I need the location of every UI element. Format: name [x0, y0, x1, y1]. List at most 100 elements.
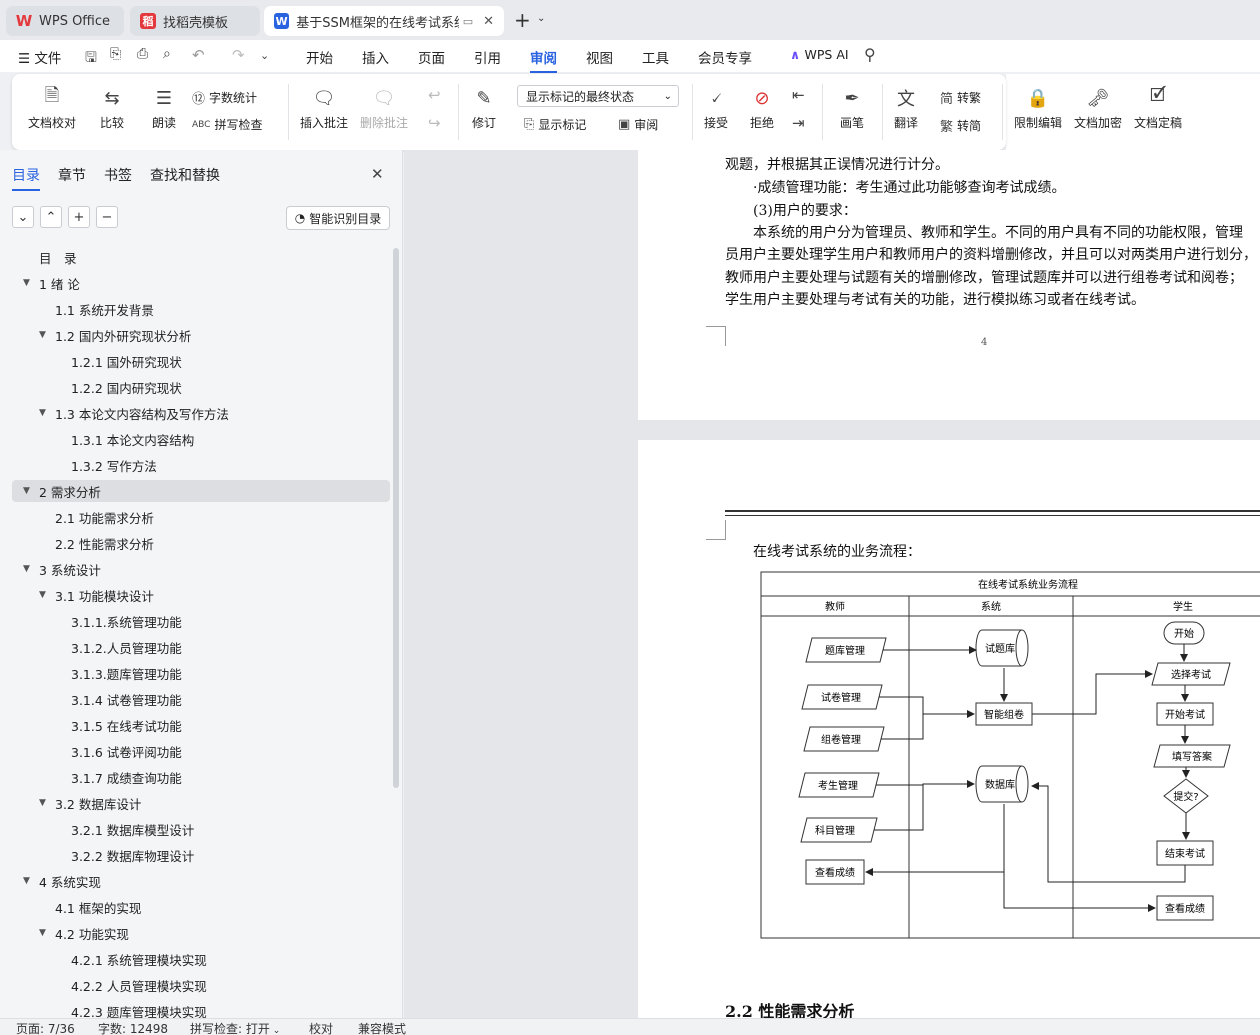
expand-arrow-icon[interactable]: ▼ [23, 486, 30, 496]
toc-item[interactable]: 4.2.2 人员管理模块实现 [12, 974, 390, 996]
close-tab-icon[interactable]: ✕ [483, 14, 494, 29]
read-aloud-button[interactable]: ☰ 朗读 [150, 84, 178, 131]
toc-item[interactable]: 3.1.6 试卷评阅功能 [12, 740, 390, 762]
word-count-button[interactable]: ⑫ 字数统计 [192, 88, 257, 107]
new-tab-icon[interactable]: + [514, 8, 531, 32]
tab-wps-office[interactable]: W WPS Office [6, 6, 124, 36]
compare-button[interactable]: ⇆ 比较 [98, 84, 126, 131]
menu-view[interactable]: 视图 [586, 47, 613, 67]
proofread-status[interactable]: 校对 [309, 1020, 333, 1035]
save-icon[interactable]: 🖫 [85, 47, 97, 71]
toc-item[interactable]: 4.1 框架的实现 [12, 896, 390, 918]
toc-item[interactable]: ▼ 3.2 数据库设计 [12, 792, 390, 814]
tab-find-replace[interactable]: 查找和替换 [150, 165, 220, 185]
expand-arrow-icon[interactable]: ▼ [39, 408, 46, 418]
spell-check-status[interactable]: 拼写检查: 打开 ⌄ [190, 1020, 280, 1035]
prev-change-icon[interactable]: ⇤ [792, 86, 805, 104]
tab-list-chevron-icon[interactable]: ⌄ [537, 13, 545, 24]
menu-member[interactable]: 会员专享 [698, 47, 752, 67]
expand-arrow-icon[interactable]: ▼ [39, 798, 46, 808]
redo-icon[interactable]: ↷ [232, 46, 245, 64]
print-icon[interactable]: ⎙ [137, 46, 148, 62]
delete-comment-button[interactable]: 🗨 删除批注 [360, 84, 408, 131]
spell-check-button[interactable]: ABC 拼写检查 [192, 116, 262, 133]
menu-page[interactable]: 页面 [418, 47, 445, 67]
expand-arrow-icon[interactable]: ▼ [23, 876, 30, 886]
screen-icon[interactable]: ▭ [463, 15, 473, 28]
toc-item[interactable]: 目 录 [12, 246, 390, 268]
tab-chapters[interactable]: 章节 [58, 165, 86, 185]
expand-arrow-icon[interactable]: ▼ [23, 564, 30, 574]
toc-item[interactable]: ▼ 4.2 功能实现 [12, 922, 390, 944]
toc-item[interactable]: 1.1 系统开发背景 [12, 298, 390, 320]
expand-arrow-icon[interactable]: ▼ [39, 590, 46, 600]
toc-item[interactable]: ▼ 2 需求分析 [12, 480, 390, 502]
show-markup-button[interactable]: ⎘ 显示标记 [524, 116, 586, 133]
menu-review[interactable]: 审阅 [530, 47, 557, 73]
close-pane-icon[interactable]: ✕ [371, 165, 384, 183]
finalize-button[interactable]: 🗹 文档定稿 [1134, 84, 1182, 131]
print-preview-icon[interactable]: ⌕ [163, 46, 171, 62]
translate-button[interactable]: 文 翻译 [892, 84, 920, 131]
toc-item[interactable]: 3.1.7 成绩查询功能 [12, 766, 390, 788]
markup-state-select[interactable]: 显示标记的最终状态 ⌄ [517, 85, 679, 107]
track-changes-button[interactable]: ✎ 修订 [470, 84, 498, 131]
page-indicator[interactable]: 页面: 7/36 [16, 1020, 75, 1035]
file-menu[interactable]: ☰ 文件 [18, 47, 61, 67]
menu-home[interactable]: 开始 [306, 47, 333, 67]
export-icon[interactable]: ⎘ [110, 46, 121, 62]
toc-item[interactable]: ▼ 4 系统实现 [12, 870, 390, 892]
review-pane-button[interactable]: ▣ 审阅 [618, 116, 658, 133]
toc-item[interactable]: 1.3.1 本论文内容结构 [12, 428, 390, 450]
reject-button[interactable]: ⊘ 拒绝 [748, 84, 776, 131]
tab-toc[interactable]: 目录 [12, 165, 40, 191]
toc-item[interactable]: 4.2.1 系统管理模块实现 [12, 948, 390, 970]
toc-item[interactable]: ▼ 3.1 功能模块设计 [12, 584, 390, 606]
toc-item[interactable]: 3.1.1.系统管理功能 [12, 610, 390, 632]
expand-arrow-icon[interactable]: ▼ [39, 928, 46, 938]
undo-icon[interactable]: ↶ [192, 46, 205, 64]
to-simplified-button[interactable]: 繁 转简 [940, 116, 981, 135]
prev-comment-icon[interactable]: ↩ [428, 86, 441, 104]
toc-item[interactable]: ▼ 1.2 国内外研究现状分析 [12, 324, 390, 346]
sidebar-scrollbar[interactable] [393, 248, 399, 788]
pen-button[interactable]: ✒ 画笔 [838, 84, 866, 131]
expand-up-icon[interactable]: ⌃ [40, 206, 62, 228]
expand-arrow-icon[interactable]: ▼ [39, 330, 46, 340]
insert-comment-button[interactable]: 🗨 插入批注 [300, 84, 348, 131]
toc-item[interactable]: ▼ 3 系统设计 [12, 558, 390, 580]
toc-item[interactable]: 1.2.2 国内研究现状 [12, 376, 390, 398]
menu-insert[interactable]: 插入 [362, 47, 389, 67]
doc-check-button[interactable]: 🗎 文档校对 [28, 84, 76, 131]
next-comment-icon[interactable]: ↪ [428, 114, 441, 132]
toc-item[interactable]: 3.2.2 数据库物理设计 [12, 844, 390, 866]
restrict-edit-button[interactable]: 🔒 限制编辑 [1014, 84, 1062, 131]
toc-item[interactable]: 4.2.3 题库管理模块实现 [12, 1000, 390, 1019]
toc-item[interactable]: ▼ 1 绪 论 [12, 272, 390, 294]
expand-arrow-icon[interactable]: ▼ [23, 278, 30, 288]
more-chevron-icon[interactable]: ⌄ [260, 49, 269, 62]
tab-document[interactable]: W 基于SSM框架的在线考试系统 ▭ ✕ [264, 6, 504, 36]
toc-item[interactable]: 2.1 功能需求分析 [12, 506, 390, 528]
toc-item[interactable]: 1.2.1 国外研究现状 [12, 350, 390, 372]
menu-tools[interactable]: 工具 [642, 47, 669, 67]
toc-item[interactable]: 3.1.4 试卷管理功能 [12, 688, 390, 710]
toc-item[interactable]: ▼ 1.3 本论文内容结构及写作方法 [12, 402, 390, 424]
accept-button[interactable]: 🗸 接受 [702, 84, 730, 131]
toc-item[interactable]: 3.1.2.人员管理功能 [12, 636, 390, 658]
flowchart-image[interactable]: 在线考试系统业务流程 教师 系统 学生 题库管理 试卷管理 组卷管理 考生管理 … [760, 570, 1260, 950]
encrypt-button[interactable]: 🗝 文档加密 [1074, 84, 1122, 131]
to-traditional-button[interactable]: 简 转繁 [940, 88, 981, 107]
add-heading-icon[interactable]: + [68, 206, 90, 228]
word-count[interactable]: 字数: 12498 [98, 1020, 168, 1035]
remove-heading-icon[interactable]: − [96, 206, 118, 228]
tab-bookmarks[interactable]: 书签 [104, 165, 132, 185]
toc-item[interactable]: 3.2.1 数据库模型设计 [12, 818, 390, 840]
collapse-all-icon[interactable]: ⌄ [12, 206, 34, 228]
wps-ai-button[interactable]: ∧ WPS AI [790, 47, 849, 62]
menu-references[interactable]: 引用 [474, 47, 501, 67]
toc-item[interactable]: 3.1.5 在线考试功能 [12, 714, 390, 736]
search-icon[interactable]: ⚲ [864, 45, 876, 64]
toc-item[interactable]: 3.1.3.题库管理功能 [12, 662, 390, 684]
next-change-icon[interactable]: ⇥ [792, 114, 805, 132]
